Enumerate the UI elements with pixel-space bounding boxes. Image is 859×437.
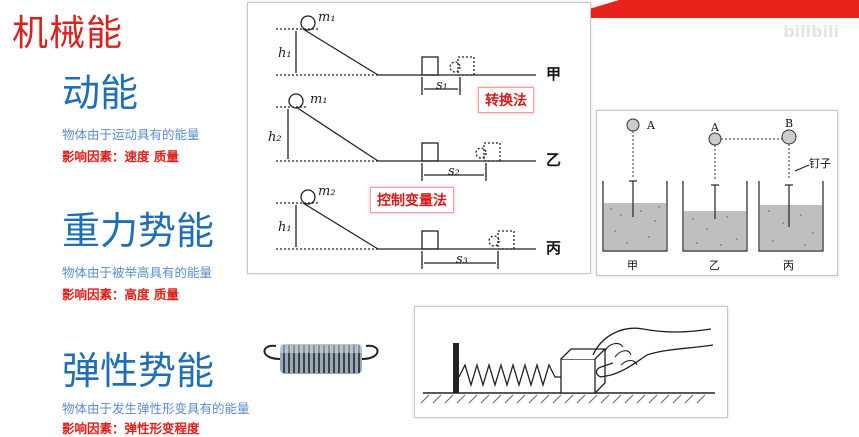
row3-name: 丙	[546, 239, 561, 257]
page-title: 机械能	[12, 13, 124, 54]
container-label-bing: 丙	[783, 259, 794, 272]
row1-name: 甲	[546, 65, 561, 83]
ball-label-b: B	[785, 117, 793, 130]
spring-compression-panel	[414, 306, 728, 418]
row3-distance-label: s₃	[456, 252, 468, 267]
row1-distance-label: s₁	[436, 78, 448, 93]
control-variable-tag: 控制变量法	[370, 187, 454, 213]
ball-label-a1: A	[646, 119, 656, 132]
ball-label-a2: A	[710, 121, 720, 134]
ramp-diagram: m₁ h₁ s₁ m₁ h₂ s₂ m₂ h₁ s₃ 甲 乙 丙	[268, 10, 561, 269]
row3-mass-label: m₂	[318, 184, 336, 199]
ramp-experiment-panel: m₁ h₁ s₁ m₁ h₂ s₂ m₂ h₁ s₃ 甲 乙 丙 转换法 控制变…	[247, 2, 591, 274]
nail-label: 钉子	[809, 157, 831, 170]
elastic-factors: 影响因素：弹性形变程度	[62, 421, 200, 436]
row2-height-label: h₂	[268, 130, 282, 145]
kinetic-heading: 动能	[62, 71, 139, 115]
row3-height-label: h₁	[278, 220, 292, 235]
spring-illustration	[263, 344, 379, 374]
gravitational-description: 物体由于被举高具有的能量	[62, 265, 213, 280]
kinetic-factors: 影响因素：速度 质量	[62, 149, 179, 164]
conversion-method-tag: 转换法	[478, 87, 534, 113]
kinetic-description: 物体由于运动具有的能量	[62, 127, 200, 142]
spring-compression-diagram	[420, 327, 715, 404]
row2-mass-label: m₁	[310, 92, 328, 107]
gravitational-heading: 重力势能	[62, 209, 215, 253]
watermark-logo: bilibili	[783, 22, 839, 41]
container-label-jia: 甲	[627, 259, 638, 272]
gravitational-factors: 影响因素：高度 质量	[62, 287, 179, 302]
drop-diagram: A A B 钉子 甲 乙 丙	[602, 117, 831, 272]
header-stripe	[559, 0, 859, 18]
row1-height-label: h₁	[278, 46, 292, 61]
drop-experiment-panel: A A B 钉子 甲 乙 丙	[596, 110, 838, 276]
row2-name: 乙	[546, 151, 561, 169]
elastic-description: 物体由于发生弹性形变具有的能量	[62, 401, 250, 416]
elastic-heading: 弹性势能	[62, 349, 215, 393]
container-label-yi: 乙	[709, 259, 720, 272]
row2-distance-label: s₂	[448, 164, 460, 179]
row1-mass-label: m₁	[318, 10, 336, 25]
ramp-row-1	[276, 15, 536, 95]
